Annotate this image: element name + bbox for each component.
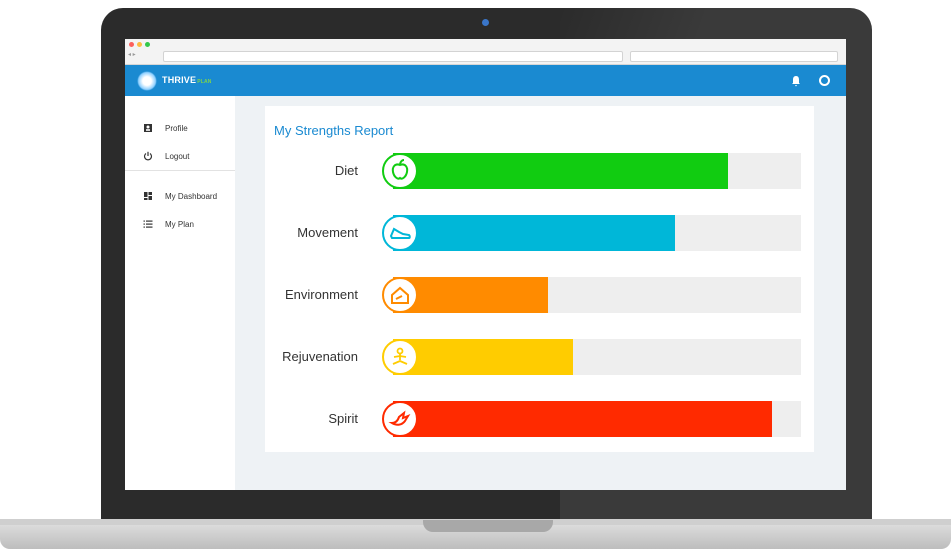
brand[interactable]: THRIVEPLAN bbox=[162, 75, 212, 85]
browser-search[interactable] bbox=[630, 51, 838, 62]
strength-row-environment: Environment bbox=[265, 277, 814, 313]
shoe-icon bbox=[382, 215, 418, 251]
strength-track bbox=[393, 153, 801, 189]
strength-bar bbox=[393, 401, 773, 437]
sidebar-item-logout[interactable]: Logout bbox=[143, 149, 189, 163]
power-icon bbox=[143, 151, 153, 161]
brand-suffix: PLAN bbox=[197, 79, 212, 85]
logo-icon bbox=[137, 71, 157, 91]
id-card-icon bbox=[143, 123, 153, 133]
strength-label: Movement bbox=[297, 225, 358, 240]
dove-icon bbox=[382, 401, 418, 437]
address-bar[interactable] bbox=[163, 51, 623, 62]
strength-row-movement: Movement bbox=[265, 215, 814, 251]
house-icon bbox=[382, 277, 418, 313]
maximize-dot[interactable] bbox=[145, 42, 150, 47]
profile-circle-icon[interactable] bbox=[819, 75, 830, 86]
bell-icon[interactable] bbox=[790, 75, 802, 87]
sidebar-item-label: My Plan bbox=[165, 219, 194, 229]
brand-name: THRIVE bbox=[162, 75, 197, 85]
strength-track bbox=[393, 401, 801, 437]
sidebar-item-label: Profile bbox=[165, 123, 188, 133]
sidebar-item-dashboard[interactable]: My Dashboard bbox=[143, 189, 217, 203]
strength-label: Rejuvenation bbox=[282, 349, 358, 364]
strength-row-spirit: Spirit bbox=[265, 401, 814, 437]
strength-label: Spirit bbox=[328, 411, 358, 426]
sidebar: Profile Logout My Dashboard My Plan bbox=[125, 96, 235, 490]
screen: ◂ ▸ THRIVEPLAN Profile Logout My Dashboa… bbox=[125, 39, 846, 490]
dashboard-icon bbox=[143, 191, 153, 201]
report-title: My Strengths Report bbox=[274, 123, 394, 138]
list-icon bbox=[143, 219, 153, 229]
strength-row-diet: Diet bbox=[265, 153, 814, 189]
app-header: THRIVEPLAN bbox=[125, 65, 846, 96]
sidebar-item-label: My Dashboard bbox=[165, 191, 218, 201]
minimize-dot[interactable] bbox=[137, 42, 142, 47]
close-dot[interactable] bbox=[129, 42, 134, 47]
sidebar-divider bbox=[125, 170, 235, 171]
strength-track bbox=[393, 277, 801, 313]
meditation-icon bbox=[382, 339, 418, 375]
strength-track bbox=[393, 215, 801, 251]
strength-track bbox=[393, 339, 801, 375]
nav-arrows-icon[interactable]: ◂ ▸ bbox=[128, 51, 136, 58]
apple-icon bbox=[382, 153, 418, 189]
strength-label: Environment bbox=[285, 287, 358, 302]
sidebar-item-profile[interactable]: Profile bbox=[143, 121, 188, 135]
strength-bar bbox=[393, 339, 573, 375]
strength-bar bbox=[393, 153, 728, 189]
strength-label: Diet bbox=[334, 163, 358, 178]
sidebar-item-label: Logout bbox=[165, 151, 190, 161]
strength-bar bbox=[393, 215, 675, 251]
sidebar-item-plan[interactable]: My Plan bbox=[143, 217, 194, 231]
strengths-report-card: My Strengths Report Diet Movement Enviro… bbox=[265, 106, 814, 452]
laptop-notch bbox=[423, 520, 553, 532]
browser-bar: ◂ ▸ bbox=[125, 39, 846, 65]
webcam bbox=[482, 19, 489, 26]
strength-row-rejuvenation: Rejuvenation bbox=[265, 339, 814, 375]
